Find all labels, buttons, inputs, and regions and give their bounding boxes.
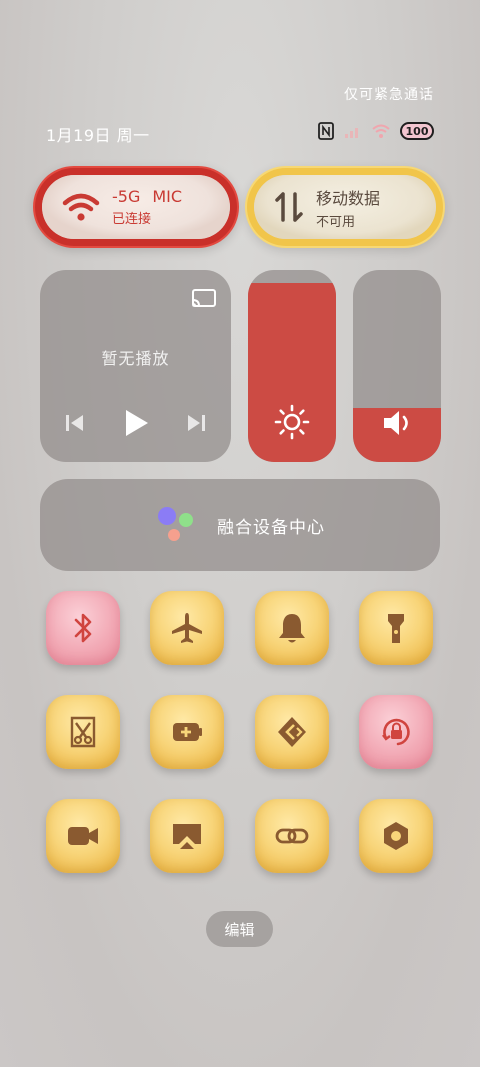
tile-bell[interactable] <box>255 591 329 665</box>
battery-indicator: 100 <box>400 122 434 140</box>
link-icon <box>275 828 309 844</box>
wifi-toggle[interactable]: -5G MIC 已连接 <box>42 175 230 239</box>
screen-record-icon <box>68 827 98 845</box>
device-center-button[interactable]: 融合设备中心 <box>40 479 440 571</box>
volume-icon <box>384 411 408 435</box>
bluetooth-icon <box>74 613 92 643</box>
tile-battery-saver[interactable] <box>150 695 224 769</box>
next-track-icon[interactable] <box>185 413 207 433</box>
tile-link[interactable] <box>255 799 329 873</box>
mobile-data-icon <box>275 192 303 222</box>
tile-flashlight[interactable] <box>359 591 433 665</box>
media-empty-text: 暂无播放 <box>101 349 170 368</box>
status-icons: 100 <box>318 122 434 140</box>
settings-nut-icon <box>384 822 408 850</box>
emergency-call-text: 仅可紧急通话 <box>344 87 434 103</box>
airplane-icon <box>172 613 202 643</box>
volume-slider[interactable] <box>353 270 441 462</box>
share-icon <box>278 717 306 747</box>
wifi-icon <box>62 193 100 221</box>
screencast-icon <box>173 824 201 849</box>
brightness-icon <box>274 404 310 440</box>
device-center-label: 融合设备中心 <box>217 517 325 538</box>
wifi-status-icon <box>372 124 390 138</box>
tile-screenshot[interactable] <box>46 695 120 769</box>
rotation-lock-icon <box>382 718 410 746</box>
play-icon[interactable] <box>122 408 150 438</box>
tile-screen-record[interactable] <box>46 799 120 873</box>
date-text: 1月19日 周一 <box>46 126 150 145</box>
mobile-data-toggle[interactable]: 移动数据 不可用 <box>254 175 436 239</box>
edit-button[interactable]: 编辑 <box>206 911 273 947</box>
bell-icon <box>279 614 305 643</box>
wifi-network-name: -5G <box>112 187 141 206</box>
device-center-icon <box>158 507 193 541</box>
tile-airplane[interactable] <box>150 591 224 665</box>
wifi-network-name-cont: MIC <box>152 187 183 206</box>
mobile-data-title: 移动数据 <box>316 188 381 208</box>
tile-share[interactable] <box>255 695 329 769</box>
tile-rotation-lock[interactable] <box>359 695 433 769</box>
flashlight-icon <box>388 614 404 643</box>
tile-settings-nut[interactable] <box>359 799 433 873</box>
mobile-data-status: 不可用 <box>316 214 356 230</box>
brightness-slider[interactable] <box>248 270 336 462</box>
battery-saver-icon <box>173 723 202 741</box>
cast-icon[interactable] <box>191 288 217 310</box>
wifi-status: 已连接 <box>112 212 152 227</box>
media-player-card[interactable]: 暂无播放 <box>40 270 231 462</box>
signal-icon <box>345 128 358 138</box>
nfc-icon <box>318 122 334 140</box>
tile-screencast[interactable] <box>150 799 224 873</box>
previous-track-icon[interactable] <box>64 413 86 433</box>
tile-bluetooth[interactable] <box>46 591 120 665</box>
screenshot-icon <box>70 716 96 748</box>
